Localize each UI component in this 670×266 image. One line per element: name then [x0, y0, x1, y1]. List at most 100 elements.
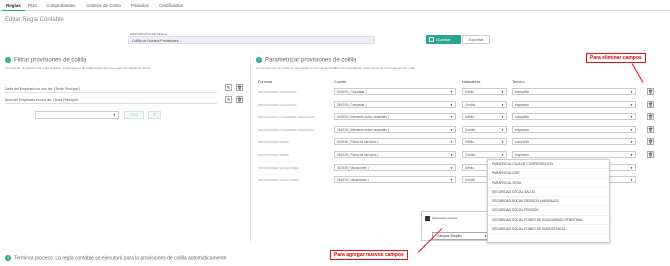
section2-title: 2 Parametrizar provisiones de colilla — [256, 57, 356, 64]
chevron-down-icon: ▼ — [501, 127, 504, 132]
naturaleza-select[interactable]: Débito ▼ — [462, 113, 507, 121]
column-header-cuenta: Cuenta — [334, 80, 347, 84]
naturaleza-select[interactable]: Débito ▼ — [462, 88, 507, 95]
cuenta-select[interactable]: 510533 ( Intereses sobre cesantias ) ▼ — [334, 113, 456, 121]
dropdown-option[interactable]: PARAFISCAL SENA — [488, 179, 609, 188]
cuenta-select-value: 510536 ( Prima de servicios ) — [337, 140, 379, 145]
chevron-down-icon: ▼ — [630, 165, 633, 170]
tab-periodos[interactable]: Periodos — [127, 0, 153, 11]
filter-select[interactable]: ▼ — [35, 111, 119, 119]
pencil-icon[interactable]: ✎ — [225, 96, 232, 103]
section1-title: 1 Filtrar provisiones de colilla — [5, 57, 86, 64]
chevron-down-icon: ▼ — [450, 90, 453, 94]
cuenta-select[interactable]: 261015 ( Vacaciones ) ▼ — [334, 176, 456, 184]
callout-add: Para agregar nuevos campos — [330, 250, 408, 260]
chevron-down-icon: ▼ — [450, 165, 453, 170]
tercero-select[interactable]: compañia ▼ — [512, 88, 636, 95]
chevron-down-icon: ▼ — [630, 115, 633, 120]
save-label: Guardar — [436, 37, 451, 42]
dropdown-option[interactable]: SEGURIDAD SOCIAL RIESGOS LABORALES — [488, 197, 609, 207]
table-row-formula: PROVISIONES PRIMA — [258, 140, 290, 145]
chevron-down-icon: ▼ — [450, 127, 453, 132]
tercero-select-value: compañia — [515, 115, 529, 120]
naturaleza-select-value: Crédito — [465, 153, 476, 157]
section1-desc: Al momento de aplicar esta regla contabl… — [5, 66, 151, 70]
filter-row: Sede del Empleado es uno de: ('Sede Prin… — [5, 87, 81, 91]
tercero-select[interactable]: empleado ▼ — [512, 100, 636, 108]
filter-button[interactable]: Filtro — [124, 111, 144, 119]
tab-puc[interactable]: PUC — [24, 0, 42, 11]
description-input[interactable]: Colilla de Nomina Provisiones — [128, 36, 375, 44]
column-header-naturaleza: Naturaleza — [462, 80, 481, 84]
pencil-icon[interactable]: ✎ — [225, 84, 232, 91]
campos-label: Seleccionar Campos — [432, 216, 458, 220]
export-button[interactable]: Exportar — [462, 35, 490, 44]
dropdown-option[interactable]: PARAFISCAL CAJA DE COMPENSACION — [488, 160, 609, 170]
cuenta-select[interactable]: 261010 ( Intereses sobre cesantias ) ▼ — [334, 125, 456, 133]
tercero-select[interactable]: compañia ▼ — [512, 113, 636, 121]
cuenta-select[interactable]: 510536 ( Prima de servicios ) ▼ — [334, 138, 456, 146]
naturaleza-select-value: Débito — [465, 115, 475, 120]
cuenta-select[interactable]: 510539 ( Vacaciones ) ▼ — [334, 163, 456, 171]
dropdown-option[interactable]: PARAFISCAL ICBF — [488, 169, 609, 179]
tercero-select[interactable]: empleado ▼ — [512, 151, 636, 158]
trash-icon[interactable]: 🗑 — [236, 96, 243, 103]
tercero-select-value: empleado — [515, 127, 529, 132]
chevron-down-icon: ▼ — [501, 102, 504, 107]
cuenta-select[interactable]: 261005 ( Cesantias ) ▼ — [334, 100, 456, 108]
tab-bar: Reglas PUC Comprobantes Centros de Costo… — [0, 0, 670, 11]
chevron-down-icon: ▼ — [450, 153, 453, 157]
cuenta-select[interactable]: 261020 ( Prima de servicios ) ▼ — [334, 151, 456, 158]
column-header-tercero: Tercero — [512, 80, 525, 84]
campos-select[interactable]: Campos Simples ▼ — [432, 232, 490, 240]
dropdown-option[interactable]: SEGURIDAD SOCIAL FONDO DE SOLIDARIDAD PE… — [488, 216, 609, 226]
table-row-formula: PROVISIONES PRIMA — [258, 153, 290, 157]
cuenta-select-value: 261005 ( Cesantias ) — [337, 102, 367, 107]
naturaleza-select-value: Crédito — [465, 102, 476, 107]
filter-row: Area del Empleado es uno de: ('Area Prin… — [5, 98, 79, 102]
chevron-down-icon: ▼ — [450, 178, 453, 183]
chevron-down-icon: ▼ — [450, 115, 453, 120]
section3-title: 3 Terminar proceso: La regla contable se … — [5, 255, 226, 261]
trash-icon[interactable]: 🗑 — [647, 88, 654, 95]
trash-icon[interactable]: 🗑 — [236, 84, 243, 91]
add-filter-button[interactable]: + — [148, 111, 161, 119]
page-title: Editar Regla Contable — [5, 17, 64, 23]
save-button[interactable]: Guardar — [426, 35, 461, 44]
dropdown-option[interactable]: SEGURIDAD SOCIAL PENSIÓN — [488, 206, 609, 216]
tercero-select[interactable]: compañia ▼ — [512, 138, 636, 146]
callout-delete: Para eliminar campos — [586, 53, 646, 63]
chevron-down-icon: ▼ — [630, 153, 633, 157]
section3-number: 3 — [5, 255, 11, 261]
table-row-formula: PROVISIONES VACACIONES — [258, 178, 299, 183]
chevron-down-icon: ▼ — [501, 90, 504, 94]
cuenta-select-value: 510539 ( Vacaciones ) — [337, 165, 369, 170]
trash-icon[interactable]: 🗑 — [647, 113, 654, 121]
chevron-down-icon: ▼ — [630, 178, 633, 183]
trash-icon[interactable]: 🗑 — [647, 151, 654, 158]
naturaleza-select[interactable]: Débito ▼ — [462, 138, 507, 146]
dropdown-option[interactable]: SEGURIDAD SOCIAL FONDO DE SUBSISTENCIA — [488, 225, 609, 235]
naturaleza-select[interactable]: Crédito ▼ — [462, 125, 507, 133]
trash-icon[interactable]: 🗑 — [647, 125, 654, 133]
tab-certificados[interactable]: Certificados — [155, 0, 187, 11]
filter-underline — [5, 92, 217, 93]
tercero-select[interactable]: empleado ▼ — [512, 125, 636, 133]
cuenta-select[interactable]: 510530 ( Cesantias ) ▼ — [334, 88, 456, 95]
chevron-down-icon: ▼ — [630, 140, 633, 145]
tab-reglas[interactable]: Reglas — [2, 0, 25, 11]
naturaleza-select[interactable]: Crédito ▼ — [462, 100, 507, 108]
naturaleza-select[interactable]: Crédito ▼ — [462, 151, 507, 158]
dropdown-option[interactable]: SEGURIDAD SOCIAL SALUD — [488, 188, 609, 198]
tab-centros-de-costo[interactable]: Centros de Costo — [82, 0, 125, 11]
tab-comprobantes[interactable]: Comprobantes — [42, 0, 80, 11]
section1-number: 1 — [5, 57, 11, 63]
trash-icon[interactable]: 🗑 — [647, 138, 654, 146]
chevron-down-icon: ▼ — [450, 140, 453, 145]
filter-underline — [5, 103, 217, 104]
campos-select-value: Campos Simples — [437, 234, 462, 238]
trash-icon[interactable]: 🗑 — [647, 100, 654, 108]
save-icon — [429, 37, 434, 43]
chevron-down-icon: ▼ — [501, 140, 504, 145]
document-icon — [425, 216, 430, 221]
